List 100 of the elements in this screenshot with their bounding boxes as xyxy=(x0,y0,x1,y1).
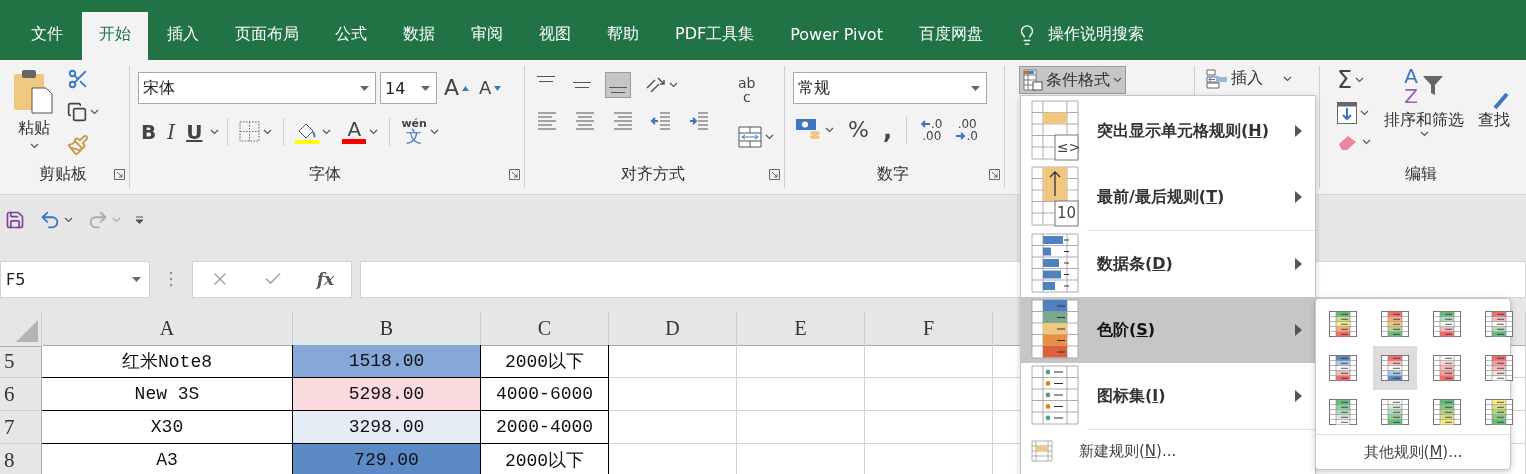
ribbon-tab[interactable]: 视图 xyxy=(522,12,588,60)
ribbon-tab[interactable]: 帮助 xyxy=(590,12,656,60)
ribbon-tab[interactable]: 插入 xyxy=(150,12,216,60)
column-header[interactable]: B xyxy=(293,312,481,346)
magnifier-handle-icon xyxy=(1493,92,1509,110)
italic-button[interactable]: I xyxy=(164,119,179,144)
dialog-launcher-icon[interactable] xyxy=(509,168,520,180)
chevron-down-icon xyxy=(765,134,774,140)
bold-button[interactable]: B xyxy=(138,119,160,144)
row-header[interactable]: 6 xyxy=(0,378,42,411)
column-header[interactable]: C xyxy=(481,312,609,346)
table-cell: 1518.00 xyxy=(293,345,481,378)
row-header[interactable]: 7 xyxy=(0,411,42,444)
increase-decimal-button[interactable]: .0 .00 xyxy=(918,116,946,144)
comma-style-button[interactable]: , xyxy=(879,116,896,144)
name-box[interactable]: F5 xyxy=(0,260,150,298)
color-scale-swatch-icon xyxy=(1381,355,1409,381)
chevron-down-icon xyxy=(1113,77,1122,83)
ribbon-tab[interactable]: 开始 xyxy=(82,12,148,60)
customize-toolbar-icon[interactable] xyxy=(135,216,144,224)
borders-icon xyxy=(239,121,261,142)
paste-button[interactable]: 粘贴 xyxy=(8,66,60,160)
paintbrush-icon xyxy=(67,134,89,156)
ribbon-tab[interactable]: 公式 xyxy=(318,12,384,60)
undo-icon[interactable] xyxy=(39,209,61,231)
chevron-down-icon xyxy=(1355,77,1365,83)
decrease-decimal-button[interactable]: .00 .0 xyxy=(953,116,981,144)
align-lines-icon xyxy=(609,87,627,93)
insert-cells-icon xyxy=(1206,68,1228,89)
more-rules-item[interactable]: 其他规则(M)... xyxy=(1363,442,1463,462)
sort-filter-button[interactable]: A Z 排序和筛选 xyxy=(1380,66,1468,160)
shrink-font-button[interactable]: A xyxy=(476,77,505,99)
align-lines-icon xyxy=(537,76,555,82)
indent-icon xyxy=(650,110,672,132)
color-scale-swatch-icon xyxy=(1381,311,1409,337)
conditional-formatting-button[interactable]: 条件格式 xyxy=(1019,66,1126,94)
column-header[interactable]: D xyxy=(609,312,737,346)
ribbon-tab[interactable]: Power Pivot xyxy=(773,12,900,60)
chevron-down-icon xyxy=(1419,131,1429,137)
chevron-down-icon xyxy=(112,217,121,223)
new-rule-item[interactable]: 新建规则(N)... xyxy=(1021,430,1315,472)
color-scale-swatch-icon xyxy=(1329,311,1357,337)
dialog-launcher-icon[interactable] xyxy=(989,168,1000,180)
merge-cells-icon xyxy=(738,126,762,148)
insert-function-button[interactable]: fx xyxy=(316,269,335,289)
phonetic-guide-button[interactable]: wén 文 xyxy=(398,116,442,147)
color-bar-icon xyxy=(342,139,367,144)
save-icon[interactable] xyxy=(5,210,25,230)
font-size-select[interactable]: 14 xyxy=(380,72,437,104)
row-header[interactable]: 5 xyxy=(0,345,42,378)
menu-item[interactable]: 10 最前/最后规则(T) xyxy=(1021,164,1315,230)
menu-item[interactable]: 色阶(S) xyxy=(1021,297,1315,363)
percent-button[interactable]: % xyxy=(845,117,872,143)
dropdown-arrow-icon xyxy=(971,85,980,91)
insert-cells-button[interactable]: 插入 xyxy=(1203,66,1295,91)
ribbon-tab[interactable]: 审阅 xyxy=(454,12,520,60)
menu-item[interactable]: 图标集(I) xyxy=(1021,363,1315,429)
dialog-launcher-icon[interactable] xyxy=(114,168,125,180)
menu-item[interactable]: 数据条(D) xyxy=(1021,231,1315,297)
ribbon-tab[interactable]: PDF工具集 xyxy=(658,12,772,60)
top-bottom-rules-icon xyxy=(1031,166,1079,228)
funnel-icon xyxy=(1421,74,1444,98)
font-color-button[interactable]: A xyxy=(339,117,382,146)
right-arrow-icon xyxy=(956,132,966,140)
dropdown-arrow-icon xyxy=(360,85,369,91)
menu-item[interactable]: ≤> 突出显示单元格规则(H) xyxy=(1021,98,1315,164)
chevron-down-icon xyxy=(1360,110,1369,116)
color-scale-option[interactable] xyxy=(1373,346,1417,390)
column-header[interactable]: F xyxy=(865,312,993,346)
wrap-text-button[interactable]: ab c xyxy=(735,74,777,106)
table-cell: 729.00 xyxy=(293,444,481,474)
dialog-launcher-icon[interactable] xyxy=(769,168,780,180)
table-cell: 2000以下 xyxy=(481,345,609,378)
ribbon-tab[interactable]: 页面布局 xyxy=(218,12,316,60)
autosum-button[interactable]: Σ xyxy=(1334,66,1374,94)
bottom-align-button[interactable] xyxy=(605,72,631,98)
fill-down-icon xyxy=(1337,102,1357,124)
chevron-down-icon xyxy=(669,82,678,88)
chevron-down-icon xyxy=(825,127,834,133)
underline-button[interactable]: U xyxy=(183,119,206,144)
conditional-format-icon xyxy=(1023,69,1043,91)
color-scale-swatch-icon xyxy=(1329,355,1357,381)
indent-icon xyxy=(688,110,710,132)
splitter-icon[interactable] xyxy=(169,271,173,287)
color-scales-icon xyxy=(1031,299,1079,361)
find-select-button[interactable]: 查找 xyxy=(1474,66,1514,160)
grow-font-button[interactable]: A xyxy=(441,75,473,101)
new-rule-icon xyxy=(1031,440,1053,462)
align-lines-icon xyxy=(574,110,596,132)
column-header[interactable]: E xyxy=(737,312,865,346)
align-lines-icon xyxy=(536,110,558,132)
column-header[interactable]: A xyxy=(42,312,293,346)
ribbon-tab[interactable]: 百度网盘 xyxy=(901,12,1000,60)
row-header[interactable]: 8 xyxy=(0,444,42,474)
ribbon-tab[interactable]: 数据 xyxy=(386,12,452,60)
ribbon-tab[interactable]: 文件 xyxy=(14,12,80,60)
align-lines-icon xyxy=(573,82,591,88)
number-format-select[interactable]: 常规 xyxy=(793,72,987,104)
tell-me-search[interactable]: 操作说明搜索 xyxy=(1047,24,1144,45)
font-name-select[interactable]: 宋体 xyxy=(138,72,376,104)
